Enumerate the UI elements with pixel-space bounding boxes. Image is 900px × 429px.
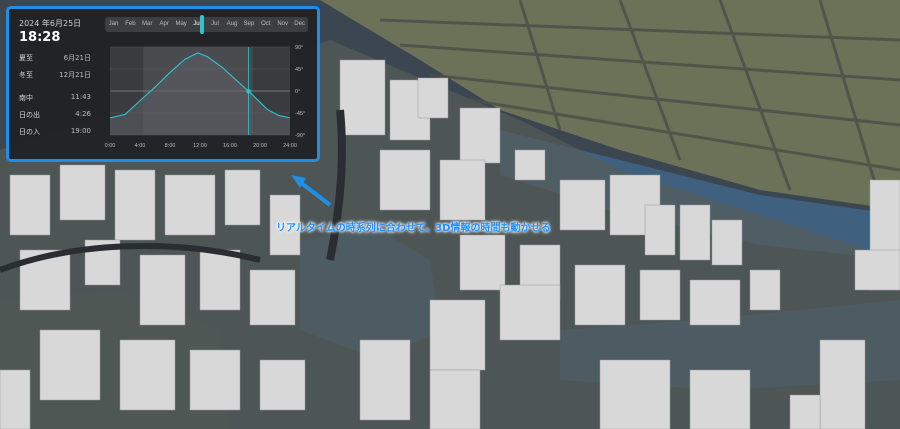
month-feb[interactable]: Feb [122, 17, 139, 32]
culmination-value: 11:43 [70, 93, 91, 101]
y-tick-label: 0° [295, 89, 300, 95]
x-tick-label: 16:00 [223, 143, 237, 149]
summer-solstice-value: 6月21日 [63, 54, 91, 62]
month-nov[interactable]: Nov [274, 17, 291, 32]
sunset-value: 19:00 [70, 127, 91, 135]
sunrise-label: 日の出 [19, 111, 40, 119]
month-selector[interactable]: Jan Feb Mar Apr May Jun Jul Aug Sep Oct … [105, 15, 308, 34]
month-jan[interactable]: Jan [105, 17, 122, 32]
x-tick-label: 24:00 [283, 143, 297, 149]
month-jul[interactable]: Jul [207, 17, 224, 32]
y-tick-label: 45° [295, 67, 303, 73]
y-tick-label: -45° [295, 111, 305, 117]
sunrise-value: 4:26 [75, 110, 91, 118]
sun-altitude-chart[interactable]: 90° 45° 0° -45° -90° 0:00 4:00 8:00 12:00 16:00 20… [102, 41, 312, 153]
sun-info-panel: 2024 年6月25日 18:28 Jan Feb Mar Apr May Ju… [6, 6, 320, 162]
month-apr[interactable]: Apr [156, 17, 173, 32]
month-sep[interactable]: Sep [240, 17, 257, 32]
x-tick-label: 4:00 [135, 143, 146, 149]
time-label: 18:28 [19, 30, 61, 45]
x-tick-label: 0:00 [105, 143, 116, 149]
month-aug[interactable]: Aug [223, 17, 240, 32]
x-tick-label: 20:00 [253, 143, 267, 149]
culmination-label: 南中 [19, 94, 33, 102]
winter-solstice-label: 冬至 [19, 71, 33, 79]
callout-caption: リアルタイムの時系列に合わせて、3D情報の時間も動かせる [276, 223, 551, 234]
date-label: 2024 年6月25日 [19, 19, 82, 28]
current-sun-point [246, 89, 251, 94]
summer-solstice-label: 夏至 [19, 54, 33, 62]
month-may[interactable]: May [173, 17, 190, 32]
month-dec[interactable]: Dec [291, 17, 308, 32]
winter-solstice-value: 12月21日 [59, 71, 91, 79]
y-tick-label: -90° [295, 133, 305, 139]
x-tick-label: 8:00 [165, 143, 176, 149]
x-tick-label: 12:00 [193, 143, 207, 149]
month-oct[interactable]: Oct [257, 17, 274, 32]
sunset-label: 日の入 [19, 128, 40, 136]
y-tick-label: 90° [295, 45, 303, 51]
month-slider-thumb[interactable] [200, 15, 204, 34]
month-mar[interactable]: Mar [139, 17, 156, 32]
